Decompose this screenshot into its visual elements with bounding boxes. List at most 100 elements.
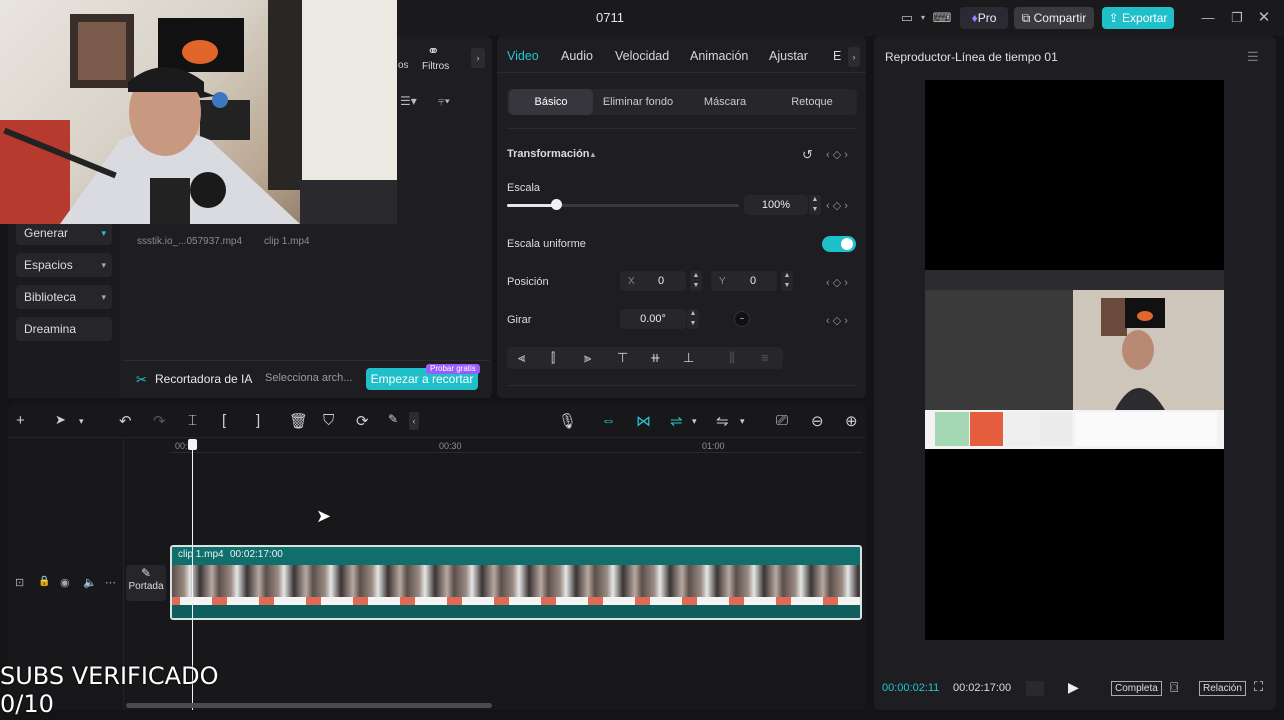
position-x-field[interactable]: X0 (620, 271, 686, 291)
scale-value-field[interactable]: 100% (744, 195, 808, 215)
tabs-next-icon[interactable]: › (471, 48, 485, 68)
export-button[interactable]: ⇪ Exportar (1102, 7, 1174, 29)
timeline-toolbar (8, 404, 866, 438)
subtab-remove-bg[interactable]: Eliminar fondo (595, 89, 681, 115)
keyframe-icon[interactable]: ‹ ◇ › (826, 314, 848, 327)
filter-icon[interactable]: ⫧▾ (438, 94, 450, 109)
keyframe-icon[interactable]: ‹ ◇ › (826, 148, 848, 161)
tab-speed[interactable]: Velocidad (615, 49, 669, 63)
chevron-down-icon[interactable]: ▾ (918, 9, 928, 27)
keyframe-icon[interactable]: ‹ ◇ › (826, 199, 848, 212)
more-icon[interactable]: ⋯ (105, 576, 116, 589)
tab-filters[interactable]: Filtros (422, 61, 449, 72)
tab-audio[interactable]: Audio (561, 49, 593, 63)
mouse-cursor-icon: ➤ (316, 506, 332, 526)
play-icon[interactable]: ▶ (1068, 679, 1079, 696)
rotate-stepper[interactable]: ▲ ▼ (687, 309, 699, 329)
position-y-stepper[interactable]: ▲ ▼ (781, 271, 793, 291)
menu-icon[interactable]: ☰ (1247, 49, 1259, 65)
track-lock-icon[interactable]: ⊡ (15, 576, 24, 589)
microphone-icon[interactable]: 🎙 (558, 412, 577, 430)
tabs-next-icon[interactable]: › (848, 47, 860, 67)
section-transform[interactable]: Transformación (507, 148, 590, 160)
ratio-button[interactable]: Relación (1199, 681, 1246, 696)
scale-slider-handle[interactable] (550, 199, 562, 210)
chevron-down-icon[interactable]: ▾ (740, 416, 745, 427)
rotate-value-field[interactable]: 0.00° (620, 309, 686, 329)
position-x-stepper[interactable]: ▲ ▼ (690, 271, 702, 291)
subtab-retouch[interactable]: Retoque (769, 89, 855, 115)
align-left-icon[interactable]: ⫷ (518, 350, 525, 366)
sidebar-item-biblioteca[interactable]: Biblioteca ▾ (16, 285, 112, 309)
track-mode-icon[interactable]: ⇋ (716, 412, 729, 430)
screen-icon[interactable]: ⎚ (776, 412, 788, 429)
sidebar-item-dreamina[interactable]: Dreamina (16, 317, 112, 341)
marker-icon[interactable]: ⛉ (323, 412, 334, 429)
playhead-handle[interactable] (188, 439, 197, 450)
media-file-label[interactable]: clip 1.mp4 (264, 236, 310, 247)
sort-icon[interactable]: ☰▾ (400, 94, 417, 108)
uniform-scale-label: Escala uniforme (507, 238, 586, 250)
tab-partial[interactable]: os (398, 60, 409, 71)
maximize-icon[interactable]: ❐ (1229, 9, 1245, 27)
tab-video[interactable]: Video (507, 49, 539, 63)
align-bottom-icon[interactable]: ⊥ (683, 350, 694, 366)
tab-effects-partial[interactable]: E (833, 49, 841, 63)
volume-icon[interactable]: 🔈 (83, 576, 97, 589)
chevron-down-icon[interactable]: ▾ (79, 416, 84, 427)
delete-icon[interactable]: 🗑 (289, 412, 308, 430)
video-clip[interactable]: clip 1.mp4 00:02:17:00 (170, 545, 862, 620)
link-icon[interactable]: ⇔ (601, 412, 616, 429)
split-icon[interactable]: ⌶ (188, 412, 197, 429)
keyboard-icon[interactable]: ⌨ (932, 9, 952, 27)
snapshot-icon[interactable]: ⌼ (1170, 679, 1178, 696)
zoom-in-icon[interactable]: ⊕ (845, 412, 858, 430)
align-center-h-icon[interactable]: ⫿ (551, 350, 555, 366)
preview-axis-icon[interactable]: ⇌ (670, 412, 683, 430)
divider (507, 128, 857, 129)
full-quality-button[interactable]: Completa (1111, 681, 1162, 696)
collapse-tools-icon[interactable]: ‹ (409, 412, 419, 430)
pro-button[interactable]: ♦Pro (960, 7, 1008, 29)
tab-adjust[interactable]: Ajustar (769, 49, 808, 63)
add-icon[interactable]: + (16, 412, 25, 429)
sidebar-item-espacios[interactable]: Espacios ▾ (16, 253, 112, 277)
rotate-dial[interactable]: − (734, 311, 750, 327)
undo-icon[interactable]: ↶ (119, 412, 132, 430)
minimize-icon[interactable]: — (1200, 9, 1216, 27)
scale-stepper[interactable]: ▲ ▼ (809, 195, 821, 215)
layout-icon[interactable]: ▭ (896, 9, 918, 27)
subtab-basic[interactable]: Básico (509, 89, 593, 115)
reset-icon[interactable]: ↺ (802, 147, 813, 163)
subtab-mask[interactable]: Máscara (683, 89, 767, 115)
position-y-field[interactable]: Y0 (711, 271, 777, 291)
cover-button[interactable]: ✎ Portada (126, 565, 166, 601)
project-title: 0711 (596, 10, 624, 25)
webcam-picture (0, 0, 397, 224)
split-right-icon[interactable]: ] (256, 412, 260, 429)
grid-icon[interactable] (1026, 681, 1044, 696)
chevron-down-icon[interactable]: ▾ (692, 416, 697, 427)
ruler-label: 01:00 (702, 441, 725, 451)
sidebar-item-generar[interactable]: Generar ▾ (16, 221, 112, 245)
fullscreen-icon[interactable]: ⛶ (1254, 679, 1263, 695)
magnet-icon[interactable]: ⋈ (636, 412, 651, 430)
share-button[interactable]: ⧉ Compartir (1014, 7, 1094, 29)
lock-icon[interactable]: 🔒 (38, 576, 50, 587)
align-center-v-icon[interactable]: ⧺ (650, 350, 661, 366)
brush-icon[interactable]: ✎ (388, 412, 398, 426)
eye-icon[interactable]: ◉ (60, 576, 70, 589)
file-select-field[interactable]: Selecciona arch... (265, 372, 352, 384)
clip-audio-strip (172, 597, 860, 605)
select-tool-icon[interactable]: ➤ (55, 412, 66, 428)
keyframe-icon[interactable]: ‹ ◇ › (826, 276, 848, 289)
align-right-icon[interactable]: ⫸ (584, 350, 591, 366)
tab-animation[interactable]: Animación (690, 49, 748, 63)
zoom-out-icon[interactable]: ⊖ (811, 412, 824, 430)
split-left-icon[interactable]: [ (222, 412, 226, 429)
close-icon[interactable]: ✕ (1256, 9, 1272, 27)
align-top-icon[interactable]: ⊤ (617, 350, 628, 366)
collapse-icon[interactable]: ▲ (589, 150, 597, 159)
crop-icon[interactable]: ⟳ (356, 412, 369, 430)
media-file-label[interactable]: ssstik.io_...057937.mp4 (137, 236, 242, 247)
